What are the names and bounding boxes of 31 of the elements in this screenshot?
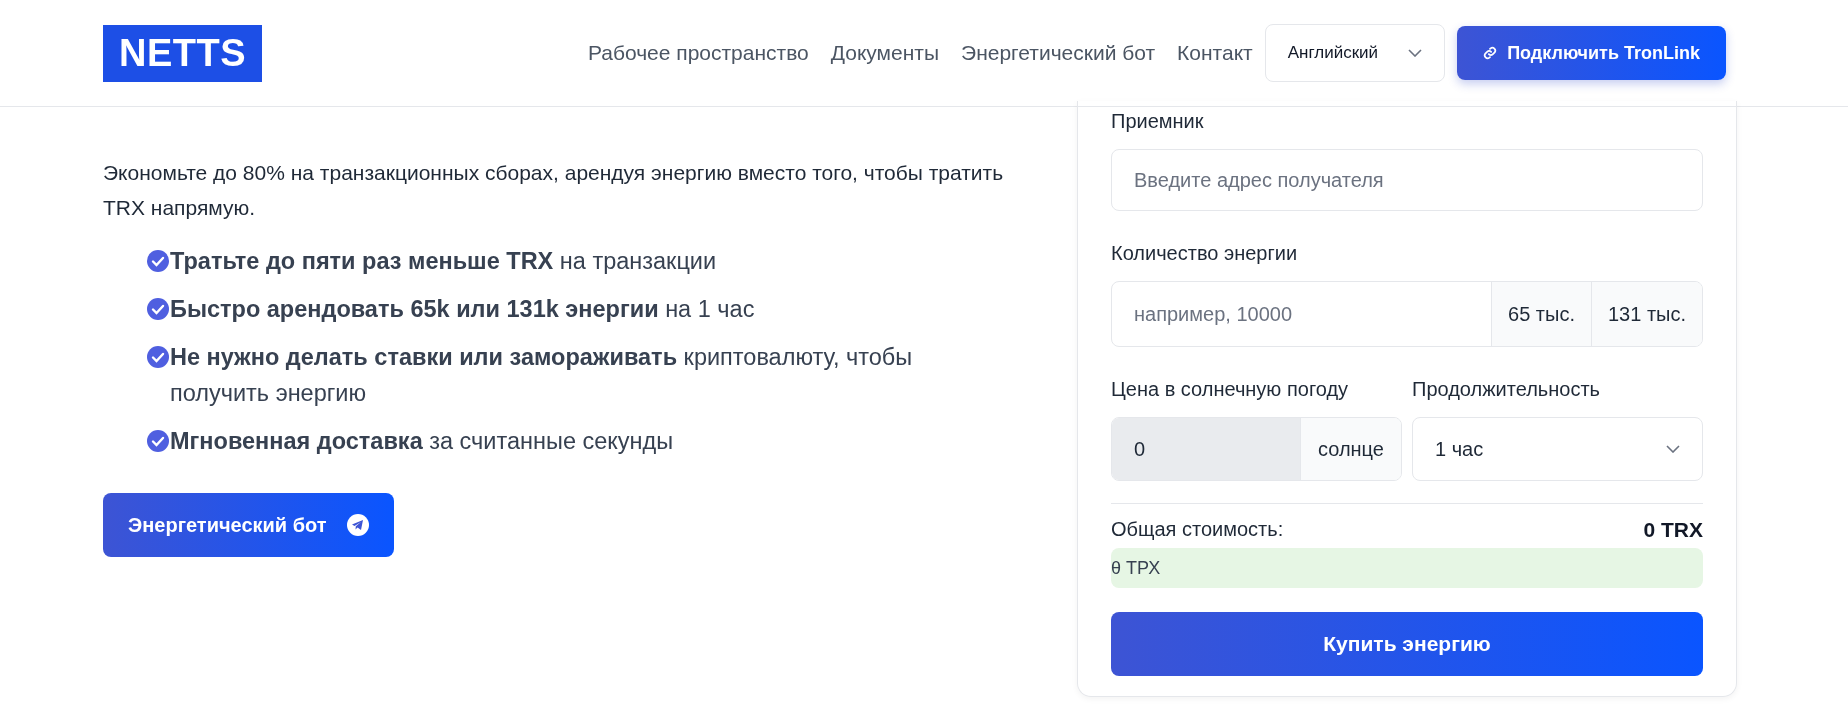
nav-link[interactable]: Документы — [830, 41, 940, 65]
total-value: 0 TRX — [1643, 518, 1703, 542]
field-label: Продолжительность — [1412, 377, 1601, 402]
check-circle-icon — [147, 430, 169, 452]
check-circle-icon — [147, 298, 169, 320]
nav-link[interactable]: Контакт — [1177, 41, 1253, 65]
language-select[interactable]: Английский — [1264, 24, 1446, 82]
chevron-down-icon — [1408, 49, 1423, 57]
nav-link[interactable]: Рабочее пространство — [587, 41, 809, 65]
link-icon — [1483, 46, 1498, 60]
feature-text: Не нужно делать ставки или замораживать криптовалюту, чтобы получить энергию — [170, 343, 914, 408]
field-label: Количество энергии — [1111, 241, 1299, 266]
check-circle-icon — [147, 250, 169, 272]
feature-text: Быстро арендовать 65k или 131k энергии на 1 час — [170, 295, 755, 324]
nav-link[interactable]: Энергетический бот — [961, 41, 1156, 65]
field-label: Приемник — [1111, 109, 1205, 134]
buy-energy-button[interactable]: Купить энергию — [1111, 612, 1703, 676]
field-label: Цена в солнечную погоду — [1111, 377, 1350, 402]
telegram-icon — [346, 514, 369, 536]
duration-select[interactable]: 1 час — [1412, 417, 1703, 481]
connect-button[interactable]: Подключить TronLink — [1457, 26, 1726, 80]
logo[interactable]: NETTS — [103, 24, 263, 82]
feature-text: Тратьте до пяти раз меньше TRX на транзакции — [170, 247, 717, 276]
recipient-field[interactable]: Введите адрес получателя — [1111, 149, 1703, 211]
check-circle-icon — [147, 346, 169, 368]
total-label: Общая стоимость: — [1111, 518, 1284, 542]
intro-text: Экономьте до 80% на транзакционных сборах, арендуя энергию вместо того, чтобы тратить TRX напрямую. — [103, 160, 1005, 221]
feature-text: Мгновенная доставка за считанные секунды — [170, 427, 674, 456]
converted-total: θ ТРХ — [1111, 548, 1703, 588]
energy-bot-button[interactable]: Энергетический бот — [103, 493, 394, 557]
chevron-down-icon — [1666, 445, 1680, 453]
